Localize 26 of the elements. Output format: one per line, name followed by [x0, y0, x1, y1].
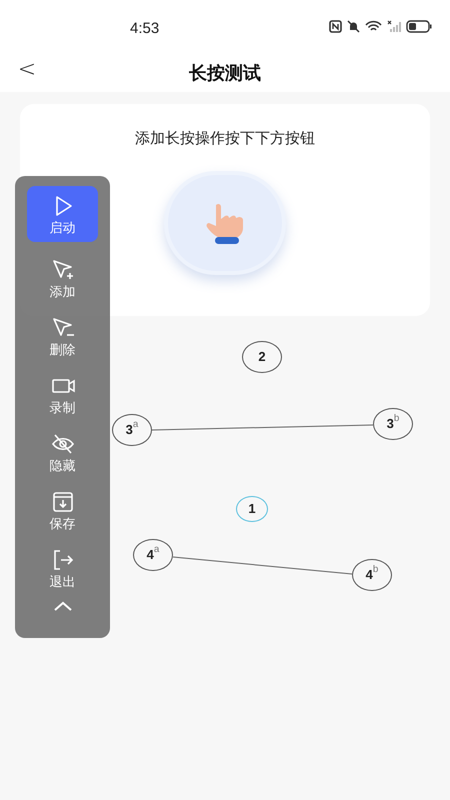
toolbar-button[interactable]: 保存	[27, 482, 98, 538]
toolbar-button[interactable]: 隐藏	[27, 424, 98, 480]
signal-icon	[387, 20, 401, 33]
touch-marker[interactable]: 2	[242, 341, 282, 373]
instruction-text: 添加长按操作按下下方按钮	[135, 129, 315, 149]
toolbar-button[interactable]: 删除	[27, 308, 98, 364]
wifi-icon	[365, 20, 382, 33]
battery-icon	[406, 20, 432, 33]
toolbar-button[interactable]: 添加	[27, 250, 98, 306]
nfc-icon	[329, 20, 342, 33]
pointer-plus-icon	[50, 258, 74, 282]
collapse-icon[interactable]	[52, 600, 72, 612]
toolbar-button[interactable]: 启动	[27, 186, 98, 242]
touch-marker[interactable]: 3$^{a}$	[112, 414, 152, 446]
toolbar-button[interactable]: 录制	[27, 366, 98, 422]
touch-marker[interactable]: 3$^{b}$	[373, 408, 413, 440]
page-title: 长按测试	[189, 62, 261, 85]
status-time: 4:53	[130, 19, 160, 39]
back-button[interactable]: <	[14, 55, 40, 85]
touch-marker[interactable]: 4$^{b}$	[352, 559, 392, 591]
touch-marker[interactable]: 4$^{a}$	[133, 539, 173, 571]
download-box-icon	[50, 490, 74, 514]
eye-slash-icon	[50, 432, 74, 456]
toolbar-button[interactable]: 退出	[27, 540, 98, 596]
mute-icon	[347, 20, 360, 33]
touch-marker[interactable]: 1	[236, 496, 268, 522]
